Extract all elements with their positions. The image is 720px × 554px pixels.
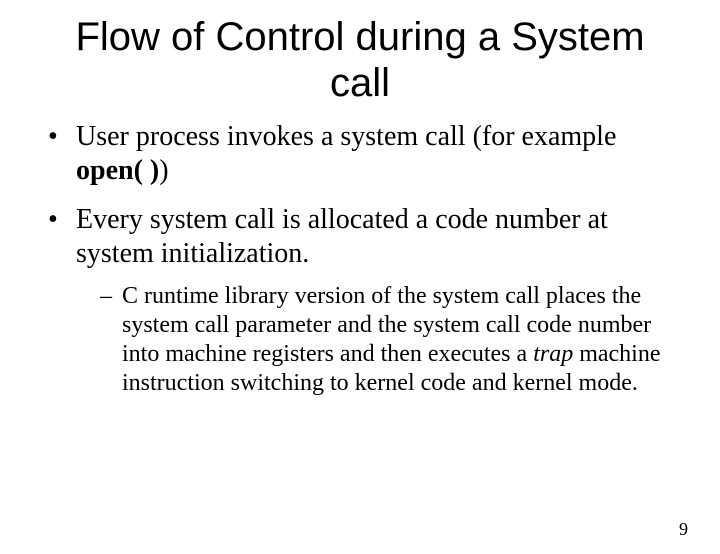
sub-bullet-item: C runtime library version of the system … bbox=[100, 282, 672, 397]
bullet-item: User process invokes a system call (for … bbox=[48, 120, 672, 187]
bullet-text-bold: open( ) bbox=[76, 155, 159, 186]
bullet-text-post: ) bbox=[159, 155, 168, 186]
sub-bullet-list: C runtime library version of the system … bbox=[100, 282, 672, 397]
slide-title: Flow of Control during a System call bbox=[40, 14, 680, 106]
bullet-text-pre: User process invokes a system call (for … bbox=[76, 121, 616, 152]
bullet-text: Every system call is allocated a code nu… bbox=[76, 204, 608, 269]
sub-bullet-text-ital: trap bbox=[533, 341, 573, 367]
bullet-item: Every system call is allocated a code nu… bbox=[48, 203, 672, 397]
page-number: 9 bbox=[679, 519, 688, 540]
slide: Flow of Control during a System call Use… bbox=[0, 14, 720, 554]
bullet-list: User process invokes a system call (for … bbox=[48, 120, 672, 398]
